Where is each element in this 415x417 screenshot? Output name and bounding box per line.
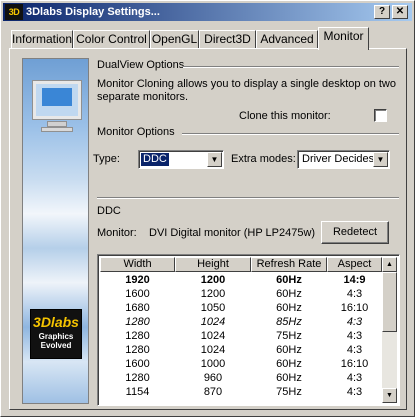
ddc-heading: DDC [97,205,121,217]
cell-refresh-rate: 60Hz [276,344,302,356]
tab-direct3d[interactable]: Direct3D [199,30,256,49]
title-bar[interactable]: 3D 3Dlabs Display Settings... ? ✕ [3,3,412,21]
table-row[interactable]: 1280 1024 60Hz 4:3 [100,343,382,357]
cell-aspect: 4:3 [346,330,363,342]
table-row[interactable]: 1280 1024 85Hz 4:3 [100,315,382,329]
monitor-options-divider [182,133,399,135]
chevron-down-icon[interactable]: ▼ [207,152,222,167]
window-title: 3Dlabs Display Settings... [26,6,160,18]
table-header: Width Height Refresh Rate Aspect [100,257,382,272]
monitor-label: Monitor: [97,227,137,239]
table-row[interactable]: 1920 1200 60Hz 14:9 [100,273,382,287]
extra-modes-label: Extra modes: [231,153,296,165]
column-header-refresh-rate[interactable]: Refresh Rate [251,257,327,272]
cell-aspect: 4:3 [346,344,363,356]
cell-width: 1280 [125,344,150,356]
table-row[interactable]: 1280 960 60Hz 4:3 [100,371,382,385]
cell-width: 1600 [125,358,150,370]
cell-aspect: 16:10 [340,302,369,314]
cell-aspect: 4:3 [346,372,363,384]
cell-width: 1280 [125,316,150,328]
type-label: Type: [93,153,120,165]
cell-aspect: 16:10 [340,358,369,370]
cell-width: 1920 [125,274,150,286]
extra-modes-select[interactable]: Driver Decides ▼ [297,150,390,169]
table-row[interactable]: 1280 1024 75Hz 4:3 [100,329,382,343]
cell-height: 1000 [200,358,226,370]
cell-refresh-rate: 85Hz [276,316,302,328]
display-modes-table[interactable]: Width Height Refresh Rate Aspect 1920 12… [97,254,400,406]
scroll-down-icon[interactable]: ▼ [382,388,397,403]
ddc-divider [97,197,399,199]
cell-aspect: 14:9 [343,274,366,286]
column-header-width[interactable]: Width [100,257,175,272]
cell-refresh-rate: 75Hz [276,330,302,342]
cell-aspect: 4:3 [346,288,363,300]
monitor-tab-panel: 3Dlabs Graphics Evolved DualView Options… [9,48,407,410]
table-row[interactable]: 1680 1050 60Hz 16:10 [100,301,382,315]
sidebar-banner: 3Dlabs Graphics Evolved [22,58,89,404]
cell-width: 1680 [125,302,150,314]
cell-refresh-rate: 60Hz [276,358,302,370]
cell-refresh-rate: 75Hz [276,386,302,398]
cell-width: 1280 [125,330,150,342]
table-row[interactable]: 1600 1000 60Hz 16:10 [100,357,382,371]
cell-aspect: 4:3 [346,316,363,328]
tab-monitor[interactable]: Monitor [318,27,369,50]
dualview-divider [183,66,399,68]
type-select-value: DDC [141,153,169,166]
app-logo-icon: 3D [5,4,23,20]
redetect-button[interactable]: Redetect [321,221,389,244]
cell-width: 1600 [125,288,150,300]
cell-height: 960 [203,372,223,384]
cell-height: 1050 [200,302,226,314]
monitor-options-heading: Monitor Options [97,126,175,138]
column-header-height[interactable]: Height [175,257,251,272]
scroll-up-icon[interactable]: ▲ [382,257,397,272]
cell-refresh-rate: 60Hz [276,288,302,300]
tab-advanced[interactable]: Advanced [256,30,318,49]
cell-height: 1024 [200,344,226,356]
cell-refresh-rate: 60Hz [276,302,302,314]
table-scrollbar[interactable]: ▲ ▼ [382,257,397,403]
cell-height: 1024 [200,316,226,328]
cell-height: 870 [203,386,223,398]
table-row[interactable]: 1154 870 75Hz 4:3 [100,385,382,399]
clone-monitor-checkbox[interactable] [374,109,387,122]
type-select[interactable]: DDC ▼ [138,150,224,169]
dualview-heading: DualView Options [97,59,185,71]
cell-width: 1280 [125,372,150,384]
cell-width: 1154 [125,386,150,398]
tab-information[interactable]: Information [11,30,73,49]
column-header-aspect[interactable]: Aspect [327,257,382,272]
clone-monitor-label: Clone this monitor: [239,110,331,122]
tab-strip: Information Color Control OpenGL Direct3… [9,27,409,50]
tab-color-control[interactable]: Color Control [73,30,150,49]
monitor-name: DVI Digital monitor (HP LP2475w) [149,227,316,239]
help-button[interactable]: ? [374,5,390,19]
cell-refresh-rate: 60Hz [276,274,302,286]
cell-height: 1024 [200,330,226,342]
cell-height: 1200 [200,274,226,286]
monitor-icon [31,79,83,137]
dualview-description: Monitor Cloning allows you to display a … [97,78,396,103]
chevron-down-icon[interactable]: ▼ [373,152,388,167]
tab-opengl[interactable]: OpenGL [150,30,199,49]
display-settings-window: 3D 3Dlabs Display Settings... ? ✕ Inform… [0,0,415,417]
scroll-thumb[interactable] [382,272,397,332]
table-row[interactable]: 1600 1200 60Hz 4:3 [100,287,382,301]
extra-modes-value: Driver Decides [302,153,375,165]
close-button[interactable]: ✕ [392,5,408,19]
cell-height: 1200 [200,288,226,300]
cell-aspect: 4:3 [346,386,363,398]
cell-refresh-rate: 60Hz [276,372,302,384]
3dlabs-logo: 3Dlabs Graphics Evolved [30,309,82,359]
